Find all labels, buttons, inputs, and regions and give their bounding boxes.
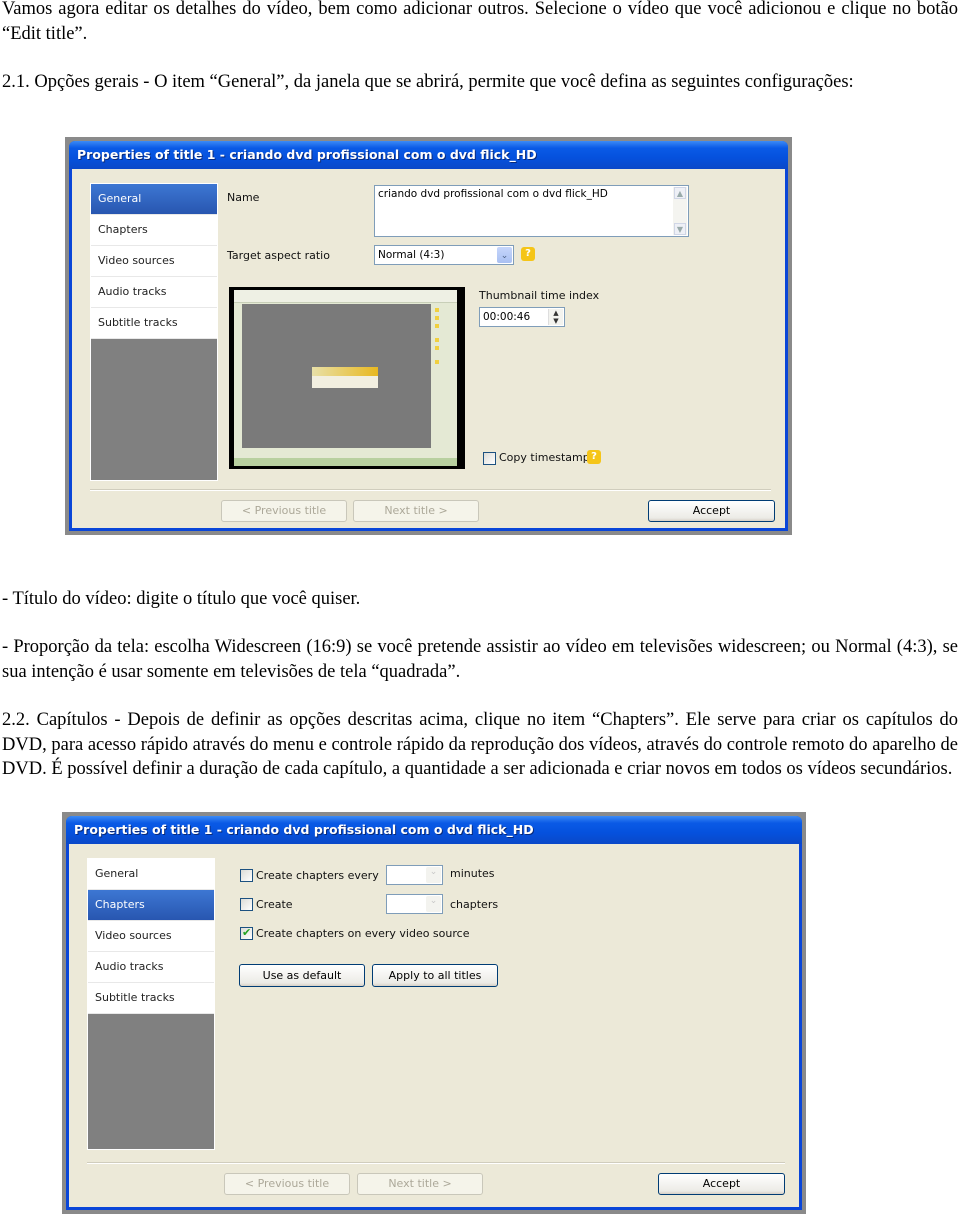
aspect-ratio-paragraph: - Proporção da tela: escolha Widescreen … xyxy=(2,637,958,682)
aspect-ratio-label: Target aspect ratio xyxy=(227,249,330,262)
every-source-label: Create chapters on every video source xyxy=(256,927,470,940)
copy-timestamps-checkbox[interactable] xyxy=(483,452,496,465)
sidebar: General Chapters Video sources Audio tra… xyxy=(90,183,218,481)
sidebar-item-subtitle-tracks[interactable]: Subtitle tracks xyxy=(88,983,214,1014)
scroll-up-icon[interactable]: ▲ xyxy=(674,187,686,199)
separator xyxy=(87,1162,785,1164)
preview-splash xyxy=(311,367,379,388)
preview-toolbar xyxy=(234,290,457,303)
intro-paragraph: Vamos agora editar os detalhes do vídeo,… xyxy=(2,0,958,44)
thumbnail-preview xyxy=(229,287,465,469)
name-input[interactable]: criando dvd profissional com o dvd flick… xyxy=(374,185,689,237)
aspect-ratio-value: Normal (4:3) xyxy=(378,249,445,261)
dialog-general-window: Properties of title 1 - criando dvd prof… xyxy=(69,141,788,531)
aspect-ratio-select[interactable]: Normal (4:3) ⌄ xyxy=(374,245,514,265)
sidebar-item-chapters[interactable]: Chapters xyxy=(88,890,214,921)
create-count-label: Create xyxy=(256,898,293,911)
aspect-help-icon[interactable]: ? xyxy=(521,247,535,261)
dialog-title: Properties of title 1 - criando dvd prof… xyxy=(66,816,802,844)
sidebar: General Chapters Video sources Audio tra… xyxy=(87,858,215,1150)
thumbnail-time-value: 00:00:46 xyxy=(483,311,531,323)
dialog-chapters-window: Properties of title 1 - criando dvd prof… xyxy=(66,816,802,1210)
section-2-2-paragraph: 2.2. Capítulos - Depois de definir as op… xyxy=(2,710,958,779)
section-2-1-paragraph: 2.1. Opções gerais - O item “General”, d… xyxy=(2,72,854,92)
scroll-down-icon[interactable]: ▼ xyxy=(674,223,686,235)
preview-side-panel xyxy=(433,304,455,448)
sidebar-item-general[interactable]: General xyxy=(88,859,214,890)
thumbnail-time-label: Thumbnail time index xyxy=(479,289,600,302)
sidebar-item-chapters[interactable]: Chapters xyxy=(91,215,217,246)
dialog-title: Properties of title 1 - criando dvd prof… xyxy=(69,141,788,169)
chevron-down-icon[interactable]: ⌄ xyxy=(426,867,441,883)
apply-to-all-titles-button[interactable]: Apply to all titles xyxy=(372,964,498,987)
sidebar-item-video-sources[interactable]: Video sources xyxy=(91,246,217,277)
title-paragraph: - Título do vídeo: digite o título que v… xyxy=(2,589,361,609)
next-title-button[interactable]: Next title > xyxy=(357,1173,483,1195)
chevron-down-icon[interactable]: ⌄ xyxy=(426,896,441,912)
spinner-icon[interactable]: ▲ ▼ xyxy=(548,309,563,325)
previous-title-button[interactable]: < Previous title xyxy=(221,500,347,522)
create-every-label: Create chapters every xyxy=(256,869,379,882)
copy-timestamps-label: Copy timestamps xyxy=(499,451,596,464)
name-label: Name xyxy=(227,191,260,204)
previous-title-button[interactable]: < Previous title xyxy=(224,1173,350,1195)
use-as-default-button[interactable]: Use as default xyxy=(239,964,365,987)
sidebar-item-audio-tracks[interactable]: Audio tracks xyxy=(91,277,217,308)
minutes-select[interactable]: ⌄ xyxy=(386,865,443,885)
sidebar-item-video-sources[interactable]: Video sources xyxy=(88,921,214,952)
every-source-checkbox[interactable] xyxy=(240,926,253,940)
chapters-count-select[interactable]: ⌄ xyxy=(386,894,443,914)
separator xyxy=(90,489,771,491)
sidebar-item-subtitle-tracks[interactable]: Subtitle tracks xyxy=(91,308,217,339)
next-title-button[interactable]: Next title > xyxy=(353,500,479,522)
name-scrollbar[interactable]: ▲ ▼ xyxy=(673,187,687,235)
sidebar-item-general[interactable]: General xyxy=(91,184,217,215)
minutes-label: minutes xyxy=(450,867,495,880)
create-every-checkbox[interactable] xyxy=(240,869,253,882)
accept-button[interactable]: Accept xyxy=(648,500,775,522)
dialog-general-screenshot: Properties of title 1 - criando dvd prof… xyxy=(65,137,792,535)
dialog-chapters-screenshot: Properties of title 1 - criando dvd prof… xyxy=(62,812,806,1214)
preview-canvas xyxy=(242,304,431,448)
sidebar-item-audio-tracks[interactable]: Audio tracks xyxy=(88,952,214,983)
create-count-checkbox[interactable] xyxy=(240,898,253,911)
chapters-label: chapters xyxy=(450,898,499,911)
thumbnail-time-input[interactable]: 00:00:46 ▲ ▼ xyxy=(479,307,565,327)
copy-timestamps-help-icon[interactable]: ? xyxy=(587,450,601,464)
chevron-down-icon[interactable]: ⌄ xyxy=(497,247,512,263)
preview-statusbar xyxy=(234,458,457,466)
accept-button[interactable]: Accept xyxy=(658,1173,785,1195)
name-value: criando dvd profissional com o dvd flick… xyxy=(378,188,608,200)
